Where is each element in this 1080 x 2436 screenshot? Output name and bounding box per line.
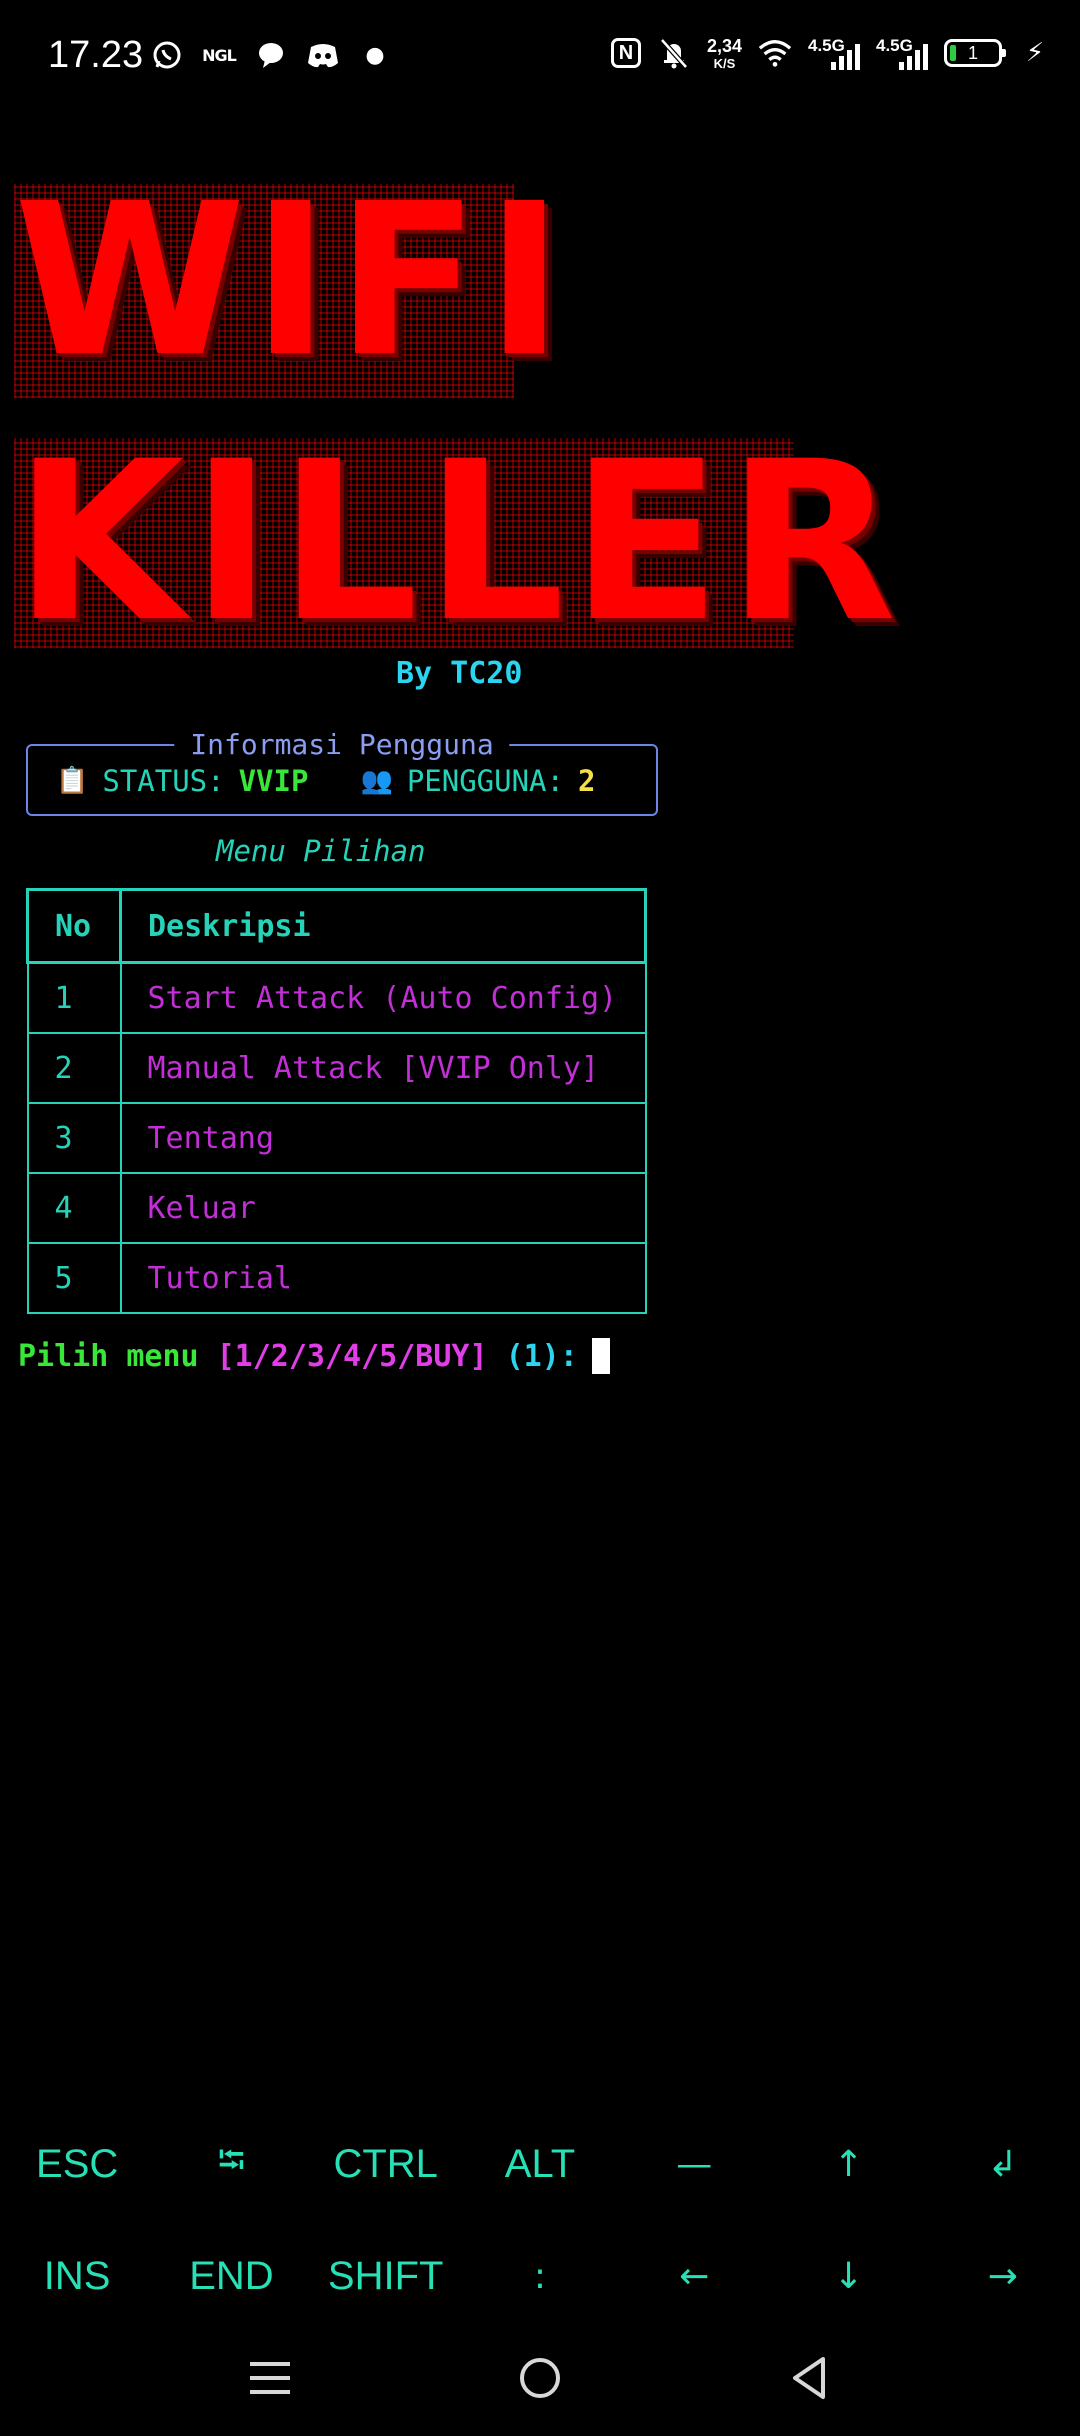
tab-key[interactable]: ⭾ bbox=[154, 2108, 308, 2220]
table-row[interactable]: 1 Start Attack (Auto Config) bbox=[26, 961, 647, 1034]
menu-item-description: Tutorial bbox=[119, 1242, 647, 1314]
charging-bolt-icon: ⚡ bbox=[1025, 38, 1045, 68]
arrow-right-key[interactable]: → bbox=[926, 2220, 1080, 2332]
network-speed: 2,34 K/S bbox=[707, 37, 742, 70]
menu-item-description: Keluar bbox=[119, 1172, 647, 1244]
colon-key[interactable]: : bbox=[463, 2220, 617, 2332]
status-label: STATUS: bbox=[102, 764, 225, 798]
user-info-row: 📋 STATUS: VVIP 👥 PENGGUNA: 2 bbox=[56, 764, 595, 798]
menu-title: Menu Pilihan bbox=[216, 834, 426, 868]
prompt-default: (1): bbox=[505, 1338, 578, 1374]
status-bar: 17.23 NGL ● N 2,34 K/S 4.5G 4.5G 1 ⚡ bbox=[0, 0, 1080, 118]
banner-title-wifi: WIFI bbox=[14, 158, 570, 403]
discord-icon bbox=[306, 38, 340, 72]
esc-key[interactable]: ESC bbox=[0, 2108, 154, 2220]
user-info-title: Informasi Pengguna bbox=[174, 728, 510, 761]
network-speed-unit: K/S bbox=[713, 55, 736, 71]
column-header-no: No bbox=[26, 888, 122, 964]
signal-sim2-icon: 4.5G bbox=[876, 36, 928, 70]
signal-sim1-icon: 4.5G bbox=[808, 36, 860, 70]
extra-keys-bar: ESC ⭾ CTRL ALT — ↑ ↲ INS END SHIFT : ← ↓… bbox=[0, 2108, 1080, 2332]
enter-key[interactable]: ↲ bbox=[926, 2108, 1080, 2220]
banner-title-killer: KILLER bbox=[14, 414, 903, 670]
status-value: VVIP bbox=[238, 764, 309, 798]
navigation-bar bbox=[0, 2320, 1080, 2436]
table-row[interactable]: 2 Manual Attack [VVIP Only] bbox=[26, 1032, 647, 1104]
table-header-row: No Deskripsi bbox=[26, 888, 647, 964]
menu-item-description: Start Attack (Auto Config) bbox=[119, 961, 647, 1034]
menu-item-number: 3 bbox=[26, 1102, 122, 1174]
shift-key[interactable]: SHIFT bbox=[309, 2220, 463, 2332]
clock: 17.23 bbox=[48, 34, 144, 76]
users-value: 2 bbox=[577, 764, 596, 798]
notification-icons: NGL ● bbox=[150, 38, 392, 72]
mute-bell-icon bbox=[657, 36, 691, 70]
ngl-icon: NGL bbox=[202, 45, 237, 65]
back-icon[interactable] bbox=[780, 2348, 840, 2408]
users-label: PENGGUNA: bbox=[406, 764, 564, 798]
column-header-description: Deskripsi bbox=[119, 888, 647, 964]
menu-item-number: 4 bbox=[26, 1172, 122, 1244]
clipboard-icon: 📋 bbox=[56, 766, 89, 796]
battery-level: 1 bbox=[967, 42, 978, 63]
arrow-left-key[interactable]: ← bbox=[617, 2220, 771, 2332]
end-key[interactable]: END bbox=[154, 2220, 308, 2332]
menu-item-number: 2 bbox=[26, 1032, 122, 1104]
ins-key[interactable]: INS bbox=[0, 2220, 154, 2332]
network-speed-value: 2,34 bbox=[706, 35, 742, 56]
users-icon: 👥 bbox=[360, 766, 393, 796]
table-row[interactable]: 5 Tutorial bbox=[26, 1242, 647, 1314]
menu-item-number: 5 bbox=[26, 1242, 122, 1314]
wifi-icon bbox=[758, 36, 792, 70]
dot-icon: ● bbox=[365, 42, 385, 68]
menu-icon[interactable] bbox=[240, 2348, 300, 2408]
arrow-up-key[interactable]: ↑ bbox=[771, 2108, 925, 2220]
menu-item-number: 1 bbox=[26, 961, 122, 1034]
whatsapp-icon bbox=[150, 38, 184, 72]
dash-key[interactable]: — bbox=[617, 2108, 771, 2220]
home-icon[interactable] bbox=[510, 2348, 570, 2408]
user-info-panel: Informasi Pengguna 📋 STATUS: VVIP 👥 PENG… bbox=[26, 728, 658, 816]
battery-icon: 1 bbox=[944, 39, 1006, 67]
system-status: N 2,34 K/S 4.5G 4.5G 1 ⚡ bbox=[610, 36, 1052, 70]
author-byline: By TC20 bbox=[396, 656, 523, 691]
table-row[interactable]: 4 Keluar bbox=[26, 1172, 647, 1244]
chat-bubble-icon bbox=[254, 38, 288, 72]
menu-prompt[interactable]: Pilih menu [1/2/3/4/5/BUY] (1): bbox=[18, 1338, 610, 1374]
alt-key[interactable]: ALT bbox=[463, 2108, 617, 2220]
ctrl-key[interactable]: CTRL bbox=[309, 2108, 463, 2220]
prompt-label: Pilih menu bbox=[18, 1338, 199, 1374]
menu-item-description: Tentang bbox=[119, 1102, 647, 1174]
terminal-cursor[interactable] bbox=[591, 1338, 610, 1374]
nfc-icon: N bbox=[610, 38, 641, 68]
arrow-down-key[interactable]: ↓ bbox=[771, 2220, 925, 2332]
table-row[interactable]: 3 Tentang bbox=[26, 1102, 647, 1174]
menu-item-description: Manual Attack [VVIP Only] bbox=[119, 1032, 647, 1104]
prompt-options: [1/2/3/4/5/BUY] bbox=[216, 1338, 488, 1374]
menu-table: No Deskripsi 1 Start Attack (Auto Config… bbox=[26, 888, 647, 1314]
